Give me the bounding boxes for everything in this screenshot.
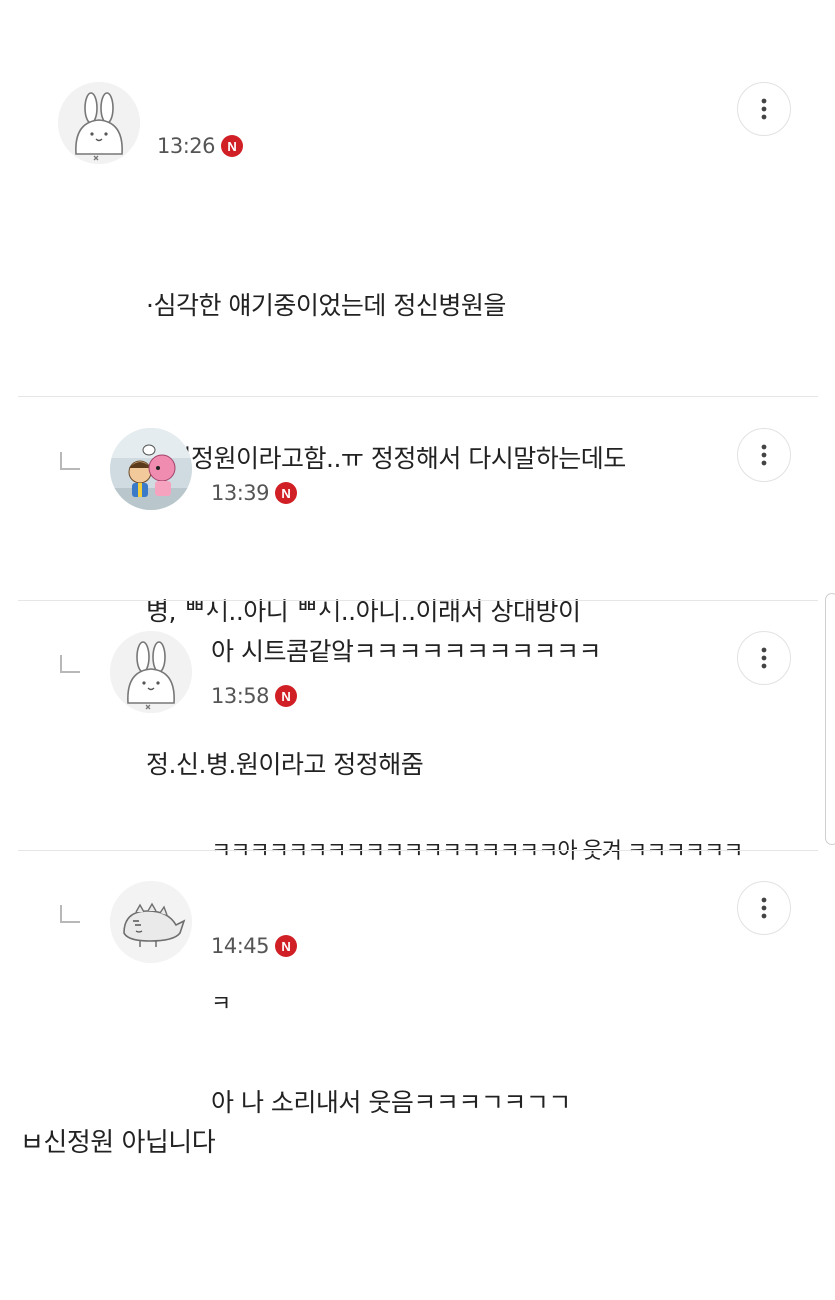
bunny-avatar-icon[interactable] [110,631,192,713]
comment-line: ㅋㅋㅋㅋㅋㅋㅋㅋㅋㅋㅋㅋㅋㅋㅋㅋㅋㅋ아 웃겨 ㅋㅋㅋㅋㅋㅋ [211,839,743,864]
reply-arrow-icon [60,905,80,923]
kebab-menu-icon [761,647,767,669]
comment-line: 아 시트콤같앜ㅋㅋㅋㅋㅋㅋㅋㅋㅋㅋㅋ [211,637,601,666]
kebab-menu-icon [761,897,767,919]
scrollbar-handle[interactable] [825,593,835,845]
divider [18,850,818,851]
more-options-button[interactable] [737,82,791,136]
comment-text: 아 나 소리내서 웃음ㅋㅋㅋㄱㅋㄱㄱ [211,975,571,1230]
kebab-menu-icon [761,98,767,120]
reply-arrow-icon [60,452,80,470]
more-options-button[interactable] [737,428,791,482]
comment-time: 14:45 [211,934,270,958]
more-options-button[interactable] [737,881,791,935]
comment-meta: 14:45 N [211,934,298,958]
caption-text: ㅂ신정원 아닙니다 [20,1128,216,1158]
comment-meta: 13:58 N [211,684,298,708]
divider [18,600,818,601]
more-options-button[interactable] [737,631,791,685]
comment-line: ·심각한 얘기중이었는데 정신병원을 [146,291,506,320]
comment-time: 13:39 [211,481,270,505]
dinosaur-avatar-icon[interactable] [110,881,192,963]
new-badge-icon: N [275,935,298,957]
comment-meta: 13:26 N [157,134,244,158]
comment-line: 아 나 소리내서 웃음ㅋㅋㅋㄱㅋㄱㄱ [211,1088,571,1117]
kebab-menu-icon [761,444,767,466]
divider [18,396,818,397]
comment-meta: 13:39 N [211,481,298,505]
new-badge-icon: N [221,135,244,157]
bunny-avatar-icon[interactable] [58,82,140,164]
comment-line: ᄈᄼᅵ정원이라고함..ㅠ 정정해서 다시말하는데도 [146,444,626,473]
reply-arrow-icon [60,655,80,673]
comment-time: 13:58 [211,684,270,708]
game-characters-avatar-icon[interactable] [110,428,192,510]
new-badge-icon: N [275,482,298,504]
comment-time: 13:26 [157,134,216,158]
comment-thread-page: 13:26 N ·심각한 얘기중이었는데 정신병원을 ᄈᄼᅵ정원이라고함..ㅠ … [0,0,835,1300]
new-badge-icon: N [275,685,298,707]
